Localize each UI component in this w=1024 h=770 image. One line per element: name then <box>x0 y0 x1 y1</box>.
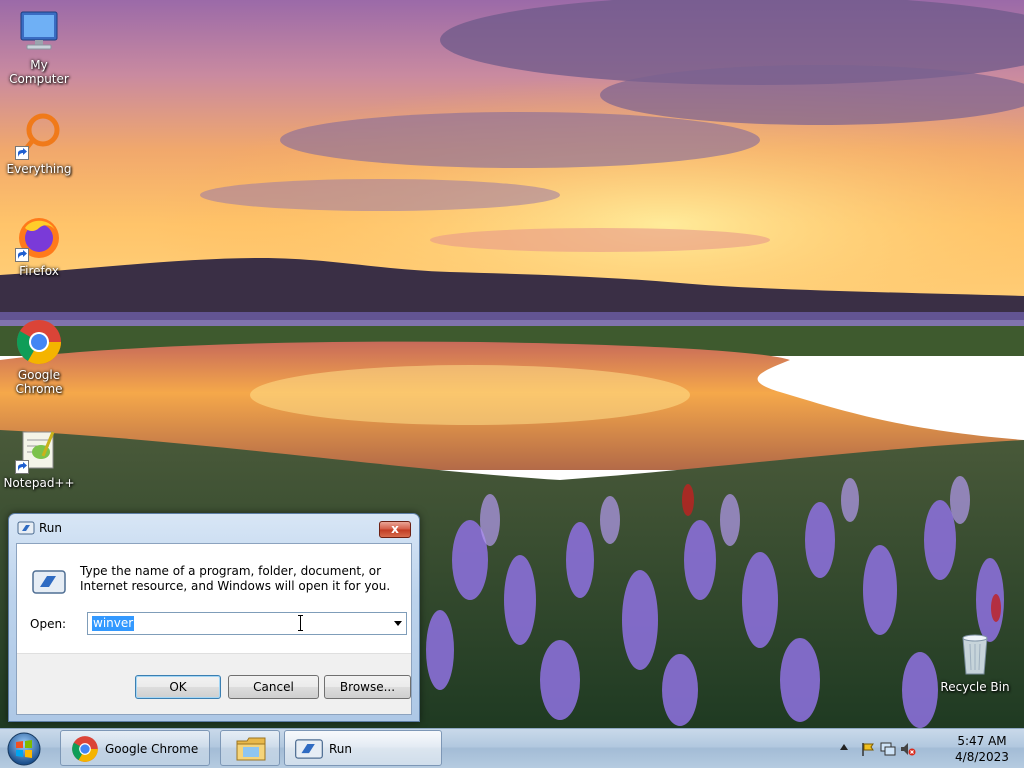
desktop-icon-notepadpp[interactable]: Notepad++ <box>0 426 78 490</box>
desktop-icon-label: Firefox <box>19 264 59 278</box>
desktop-icon-label: Recycle Bin <box>940 680 1010 694</box>
shortcut-arrow-icon <box>15 146 29 160</box>
chevron-down-icon[interactable] <box>394 621 402 626</box>
taskbar-item-google-chrome[interactable]: Google Chrome <box>60 730 210 766</box>
cancel-button[interactable]: Cancel <box>228 675 319 699</box>
desktop-icon-firefox[interactable]: Firefox <box>0 214 78 278</box>
run-title-bar[interactable]: Run x <box>9 514 419 542</box>
run-dialog: Run x Type the name of a program, folder… <box>8 513 420 722</box>
run-icon <box>17 521 35 535</box>
windows-logo-icon <box>7 732 41 766</box>
system-tray: 5:47 AM 4/8/2023 <box>834 729 1024 769</box>
browse-button[interactable]: Browse... <box>324 675 411 699</box>
open-input[interactable]: winver <box>92 616 135 631</box>
taskbar: Google Chrome Run 5:47 AM 4/8/2023 <box>0 728 1024 768</box>
everything-icon <box>15 112 63 160</box>
taskbar-item-explorer[interactable] <box>220 730 280 766</box>
clock[interactable]: 5:47 AM 4/8/2023 <box>942 733 1022 765</box>
clock-time: 5:47 AM <box>957 734 1007 748</box>
taskbar-item-run[interactable]: Run <box>284 730 442 766</box>
desktop-icon-label: My Computer <box>9 58 69 86</box>
volume-muted-icon[interactable] <box>900 741 916 757</box>
run-icon <box>294 735 324 763</box>
start-button[interactable] <box>6 731 42 767</box>
desktop-icon-label: Google Chrome <box>15 368 63 396</box>
network-icon[interactable] <box>880 741 896 757</box>
close-icon: x <box>391 522 399 536</box>
recycle-bin-icon <box>951 630 999 678</box>
run-description: Type the name of a program, folder, docu… <box>80 564 391 593</box>
open-label: Open: <box>30 617 67 631</box>
ok-button[interactable]: OK <box>135 675 221 699</box>
clock-date: 4/8/2023 <box>955 750 1009 764</box>
desktop-icon-google-chrome[interactable]: Google Chrome <box>0 318 78 396</box>
taskbar-item-label: Google Chrome <box>105 742 199 756</box>
run-title: Run <box>39 521 63 535</box>
shortcut-arrow-icon <box>15 460 29 474</box>
action-center-flag-icon[interactable] <box>860 741 876 757</box>
show-hidden-icons-icon[interactable] <box>840 744 848 750</box>
desktop-icon-everything[interactable]: Everything <box>0 112 78 176</box>
chrome-icon <box>15 318 63 366</box>
notepadpp-icon <box>15 426 63 474</box>
chrome-icon <box>70 735 100 763</box>
desktop-icon-my-computer[interactable]: My Computer <box>0 8 78 86</box>
desktop-icon-recycle-bin[interactable]: Recycle Bin <box>936 630 1014 694</box>
open-combobox[interactable]: winver <box>87 612 407 635</box>
ibeam-cursor-icon <box>298 615 303 631</box>
shortcut-arrow-icon <box>15 248 29 262</box>
run-large-icon <box>31 568 67 596</box>
run-body: Type the name of a program, folder, docu… <box>16 543 412 715</box>
desktop-icon-label: Everything <box>6 162 72 176</box>
firefox-icon <box>15 214 63 262</box>
folder-icon <box>235 735 266 763</box>
desktop-icon-label: Notepad++ <box>3 476 75 490</box>
close-button[interactable]: x <box>379 521 411 538</box>
taskbar-item-label: Run <box>329 742 353 756</box>
computer-icon <box>15 8 63 56</box>
